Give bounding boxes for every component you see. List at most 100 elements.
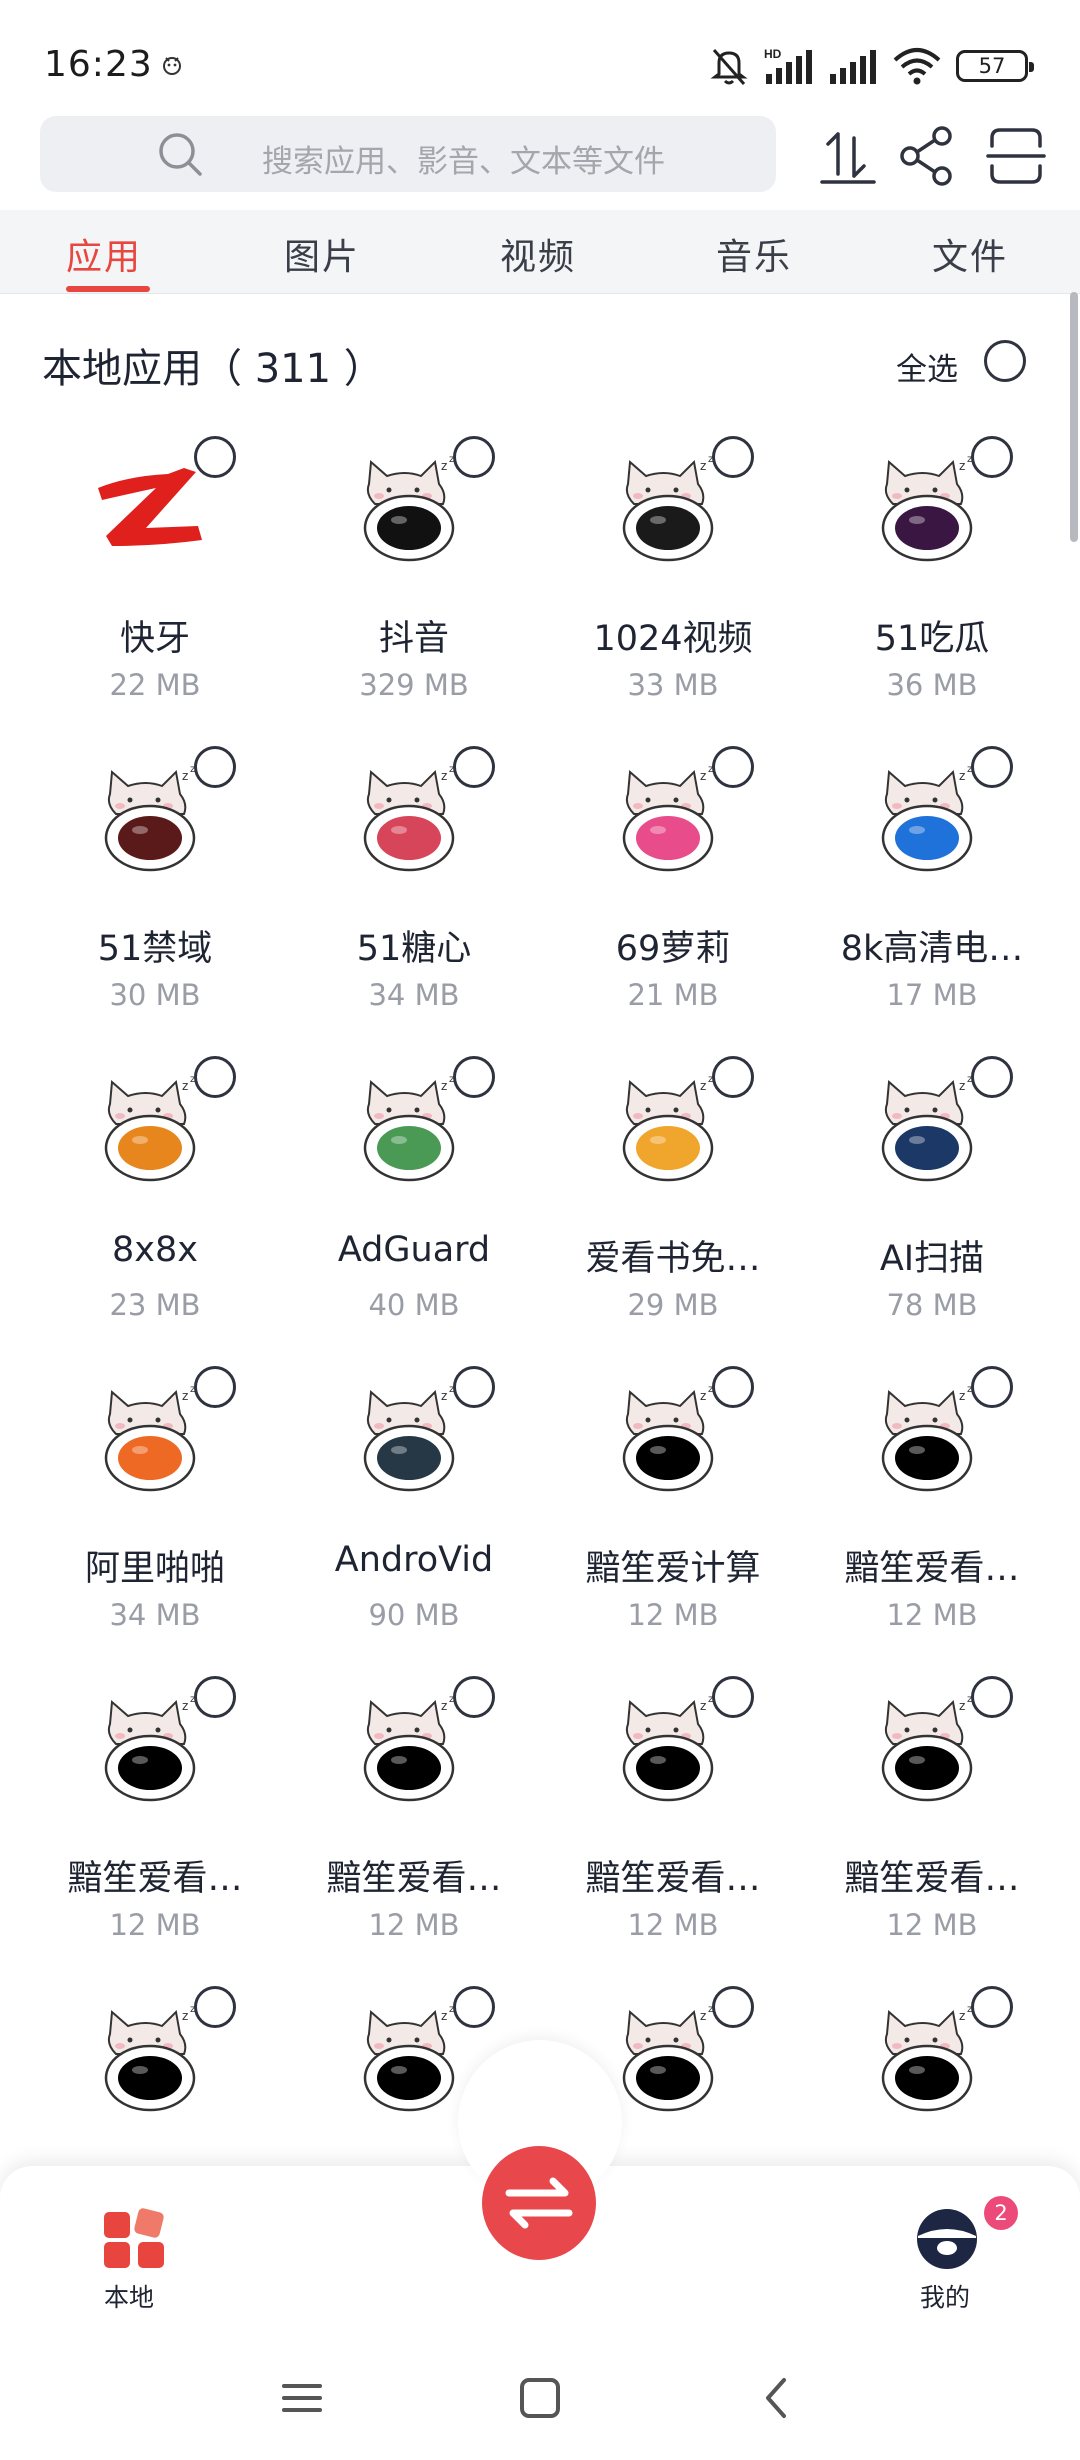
svg-text:z: z [700, 769, 706, 783]
app-item[interactable]: z z 8x8x 23 MB [26, 1040, 284, 1350]
app-select-checkbox[interactable] [453, 1056, 495, 1098]
chigua-icon: z z [881, 454, 973, 562]
app-select-checkbox[interactable] [971, 1366, 1013, 1408]
menu-icon[interactable] [272, 2368, 332, 2428]
app-select-checkbox[interactable] [971, 746, 1013, 788]
app-item[interactable]: z z 阿里啪啪 34 MB [26, 1350, 284, 1660]
select-all-checkbox[interactable] [984, 340, 1026, 382]
kuaiya-logo-icon [98, 468, 202, 546]
svg-text:z: z [700, 1079, 706, 1093]
home-icon[interactable] [510, 2368, 570, 2428]
app-size: 12 MB [368, 1908, 460, 1942]
app-item[interactable]: z z 黯笙爱看… 12 MB [26, 1660, 284, 1970]
app-size: 12 MB [627, 1598, 719, 1632]
app-select-checkbox[interactable] [971, 1986, 1013, 2028]
back-icon[interactable] [748, 2368, 808, 2428]
app-select-checkbox[interactable] [712, 746, 754, 788]
app-select-checkbox[interactable] [453, 746, 495, 788]
svg-text:z: z [959, 459, 965, 473]
app-name: 黯笙爱看… [844, 1549, 1020, 1589]
app-select-checkbox[interactable] [453, 1986, 495, 2028]
app-size: 22 MB [109, 668, 201, 702]
tab-videos[interactable]: 视频 [500, 228, 576, 280]
adguard-icon: z z [363, 1074, 455, 1182]
svg-text:z: z [182, 1079, 188, 1093]
app-item[interactable]: z z 黯笙爱看… 12 MB [285, 1660, 543, 1970]
app-item[interactable]: z z 黯笙爱看… 12 MB [803, 1660, 1061, 1970]
app-select-checkbox[interactable] [453, 1366, 495, 1408]
svg-text:z: z [959, 1699, 965, 1713]
share-icon[interactable] [896, 124, 960, 188]
app-item[interactable]: z z AdGuard 40 MB [285, 1040, 543, 1350]
app-item[interactable]: z z 抖音 329 MB [285, 420, 543, 730]
sort-icon[interactable] [816, 124, 880, 188]
app-item[interactable]: z z 51糖心 34 MB [285, 730, 543, 1040]
svg-text:z: z [441, 459, 447, 473]
app-select-checkbox[interactable] [971, 1676, 1013, 1718]
app-select-checkbox[interactable] [453, 1676, 495, 1718]
app-item[interactable]: z z AndroVid 90 MB [285, 1350, 543, 1660]
app-icon: z z [363, 2004, 455, 2112]
app-size: 21 MB [627, 978, 719, 1012]
video-app-icon: z z [622, 454, 714, 562]
app-name: 69萝莉 [615, 929, 731, 969]
tab-images[interactable]: 图片 [284, 228, 360, 280]
svg-text:z: z [441, 1389, 447, 1403]
app-item[interactable]: 快牙 22 MB [26, 420, 284, 730]
app-select-checkbox[interactable] [712, 436, 754, 478]
app-item[interactable]: z z AI扫描 78 MB [803, 1040, 1061, 1350]
app-name: 快牙 [119, 619, 190, 659]
tab-music[interactable]: 音乐 [716, 228, 792, 280]
app-select-checkbox[interactable] [712, 1366, 754, 1408]
app-item[interactable]: z z 爱看书免… 29 MB [544, 1040, 802, 1350]
section-title: 本地应用（ 311 ） [42, 346, 384, 392]
app-item[interactable]: z z 黯笙爱计算 12 MB [544, 1350, 802, 1660]
app-item[interactable]: z z 1024视频 33 MB [544, 420, 802, 730]
scan-icon[interactable] [984, 124, 1048, 188]
scan-app-icon: z z [881, 1074, 973, 1182]
app-select-checkbox[interactable] [712, 1676, 754, 1718]
local-nav-icon[interactable] [102, 2206, 166, 2270]
app-name: 51吃瓜 [874, 619, 990, 659]
signal-hd-icon: HD [764, 47, 812, 84]
app-select-checkbox[interactable] [971, 1056, 1013, 1098]
select-all-label[interactable]: 全选 [896, 344, 958, 389]
app-size: 90 MB [368, 1598, 460, 1632]
app-name: 黯笙爱看… [585, 1859, 761, 1899]
app-name: 51禁域 [97, 929, 213, 969]
app-icon: z z [104, 1694, 196, 1802]
transfer-button[interactable] [482, 2146, 596, 2260]
app-item[interactable]: z z 51吃瓜 36 MB [803, 420, 1061, 730]
app-select-checkbox[interactable] [194, 436, 236, 478]
app-size: 40 MB [368, 1288, 460, 1322]
androvid-icon: z z [363, 1384, 455, 1492]
alipapa-icon: z z [104, 1384, 196, 1492]
app-size: 12 MB [627, 1908, 719, 1942]
app-select-checkbox[interactable] [194, 746, 236, 788]
app-size: 12 MB [886, 1908, 978, 1942]
app-item[interactable]: z z 黯笙爱看… 12 MB [803, 1350, 1061, 1660]
nav-mine-label[interactable]: 我的 [920, 2278, 970, 2314]
app-select-checkbox[interactable] [712, 1056, 754, 1098]
app-select-checkbox[interactable] [194, 1056, 236, 1098]
app-item[interactable]: z z 8k高清电… 17 MB [803, 730, 1061, 1040]
avatar[interactable] [916, 2208, 978, 2270]
app-select-checkbox[interactable] [194, 1366, 236, 1408]
app-select-checkbox[interactable] [453, 436, 495, 478]
app-item[interactable]: z z 69萝莉 21 MB [544, 730, 802, 1040]
tab-apps[interactable]: 应用 [66, 228, 142, 280]
app-name: 黯笙爱计算 [585, 1549, 761, 1589]
app-select-checkbox[interactable] [194, 1676, 236, 1718]
app-item[interactable]: z z 51禁域 30 MB [26, 730, 284, 1040]
notification-icon [163, 57, 181, 75]
app-icon: z z [881, 1694, 973, 1802]
nav-local-label[interactable]: 本地 [104, 2278, 154, 2314]
status-bar: 16:23 HD 57 [0, 0, 1080, 110]
app-select-checkbox[interactable] [712, 1986, 754, 2028]
scrollbar[interactable] [1070, 292, 1078, 542]
app-select-checkbox[interactable] [971, 436, 1013, 478]
app-item[interactable]: z z 黯笙爱看… 12 MB [544, 1660, 802, 1970]
search-input[interactable]: 搜索应用、影音、文本等文件 [40, 116, 776, 192]
app-select-checkbox[interactable] [194, 1986, 236, 2028]
tab-files[interactable]: 文件 [932, 228, 1008, 280]
